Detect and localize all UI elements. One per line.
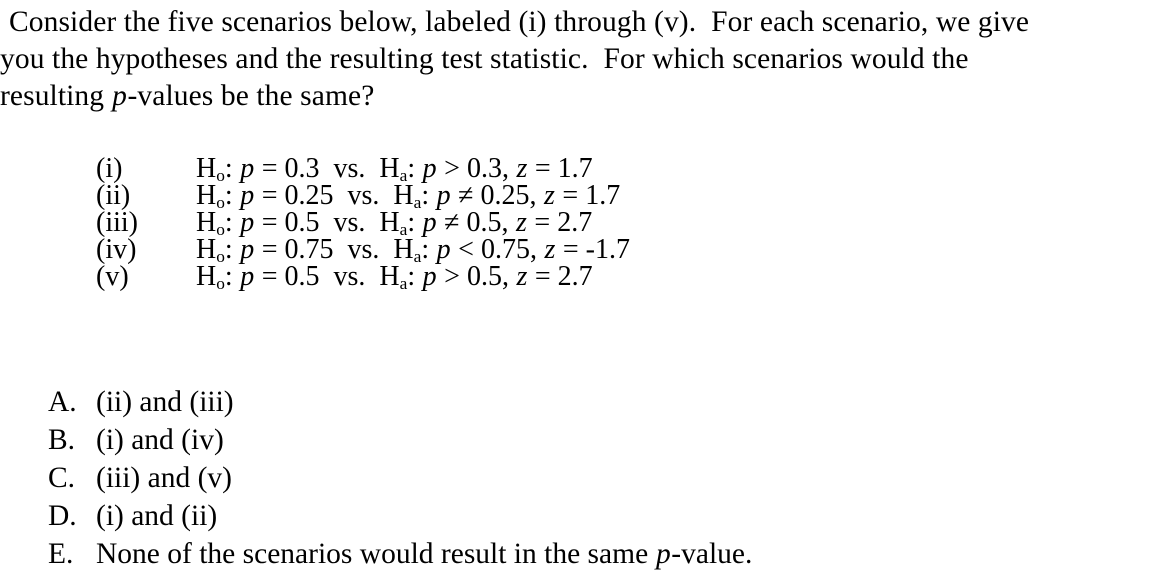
scenario-body-iv: Ho: p = 0.75 vs. Ha: p < 0.75, z = -1.7 bbox=[196, 236, 630, 265]
p-variable-italic: p bbox=[656, 538, 671, 570]
answer-choice-b-letter: B. bbox=[48, 424, 76, 456]
question-stem-line-2: you the hypotheses and the resulting tes… bbox=[0, 43, 969, 75]
answer-choice-a-text: (ii) and (iii) bbox=[96, 386, 234, 418]
answer-choice-b[interactable]: B. (i) and (iv) bbox=[0, 421, 1174, 459]
answer-choice-c-letter: C. bbox=[48, 462, 76, 494]
answer-choice-e-text-head: None of the scenarios would result in th… bbox=[96, 538, 656, 570]
null-hypothesis-symbol-v: Ho bbox=[196, 261, 225, 292]
stat-separator: , bbox=[501, 261, 516, 292]
alt-value: 0.5 bbox=[466, 261, 502, 292]
scenario-label-ii: (ii) bbox=[96, 180, 131, 211]
scenario-label-i: (i) bbox=[96, 153, 123, 184]
alt-colon: : bbox=[407, 261, 423, 292]
scenario-label-iii: (iii) bbox=[96, 207, 138, 238]
answer-choice-a[interactable]: A. (ii) and (iii) bbox=[0, 383, 1174, 421]
answer-choice-d[interactable]: D. (i) and (ii) bbox=[0, 497, 1174, 535]
vs-separator: vs. bbox=[319, 261, 380, 292]
alt-hypothesis-symbol-v: Ha bbox=[379, 261, 407, 292]
question-stem-line-1: Consider the five scenarios below, label… bbox=[9, 6, 1030, 38]
scenario-row-ii: (ii) Ho: p = 0.25 vs. Ha: p ≠ 0.25, z = … bbox=[0, 180, 1174, 211]
answer-choice-e-text-tail: -value. bbox=[671, 538, 753, 570]
answer-choice-c-text: (iii) and (v) bbox=[96, 462, 232, 494]
scenario-body-ii: Ho: p = 0.25 vs. Ha: p ≠ 0.25, z = 1.7 bbox=[196, 182, 620, 211]
question-stem-line-3: resulting p-values be the same? bbox=[0, 78, 1174, 115]
h-letter: H bbox=[196, 261, 217, 292]
scenario-body-v: Ho: p = 0.5 vs. Ha: p > 0.5, z = 2.7 bbox=[196, 261, 593, 292]
question-stem-line-3-tail: -values be the same? bbox=[127, 80, 375, 112]
question-stem: Consider the five scenarios below, label… bbox=[0, 4, 1174, 115]
answer-choice-e-text: None of the scenarios would result in th… bbox=[96, 535, 752, 573]
scenario-row-v: (v) Ho: p = 0.5 vs. Ha: p > 0.5, z = 2.7 bbox=[0, 261, 1174, 292]
answer-choice-d-letter: D. bbox=[48, 500, 77, 532]
answer-choice-e-letter: E. bbox=[48, 538, 74, 570]
scenario-row-iii: (iii) Ho: p = 0.5 vs. Ha: p ≠ 0.5, z = 2… bbox=[0, 207, 1174, 238]
null-value: 0.5 bbox=[284, 261, 320, 292]
answer-choice-d-text: (i) and (ii) bbox=[96, 500, 218, 532]
question-page: Consider the five scenarios below, label… bbox=[0, 0, 1174, 577]
param-symbol: p bbox=[240, 261, 255, 292]
scenario-body-i: Ho: p = 0.3 vs. Ha: p > 0.3, z = 1.7 bbox=[196, 155, 593, 184]
null-subscript: o bbox=[216, 273, 225, 293]
scenario-body-iii: Ho: p = 0.5 vs. Ha: p ≠ 0.5, z = 2.7 bbox=[196, 209, 592, 238]
scenario-label-v: (v) bbox=[96, 261, 129, 292]
z-variable: z bbox=[516, 261, 528, 292]
param-symbol: p bbox=[422, 261, 437, 292]
p-variable-italic: p bbox=[112, 80, 127, 112]
scenario-row-iv: (iv) Ho: p = 0.75 vs. Ha: p < 0.75, z = … bbox=[0, 234, 1174, 265]
stat-relation: = bbox=[527, 261, 558, 292]
null-colon: : bbox=[224, 261, 240, 292]
scenario-row-i: (i) Ho: p = 0.3 vs. Ha: p > 0.3, z = 1.7 bbox=[0, 153, 1174, 184]
answer-choice-a-letter: A. bbox=[48, 386, 77, 418]
answer-choice-b-text: (i) and (iv) bbox=[96, 424, 224, 456]
scenario-list: (i) Ho: p = 0.3 vs. Ha: p > 0.3, z = 1.7… bbox=[0, 153, 1174, 292]
stat-value: 2.7 bbox=[557, 261, 593, 292]
answer-choice-list: A. (ii) and (iii) B. (i) and (iv) C. (ii… bbox=[0, 383, 1174, 573]
alt-relation: > bbox=[437, 261, 467, 292]
h-letter: H bbox=[379, 261, 400, 292]
answer-choice-e[interactable]: E. None of the scenarios would result in… bbox=[0, 535, 1174, 573]
question-stem-line-3-head: resulting bbox=[0, 80, 112, 112]
null-relation: = bbox=[254, 261, 285, 292]
scenario-label-iv: (iv) bbox=[96, 234, 137, 265]
answer-choice-c[interactable]: C. (iii) and (v) bbox=[0, 459, 1174, 497]
